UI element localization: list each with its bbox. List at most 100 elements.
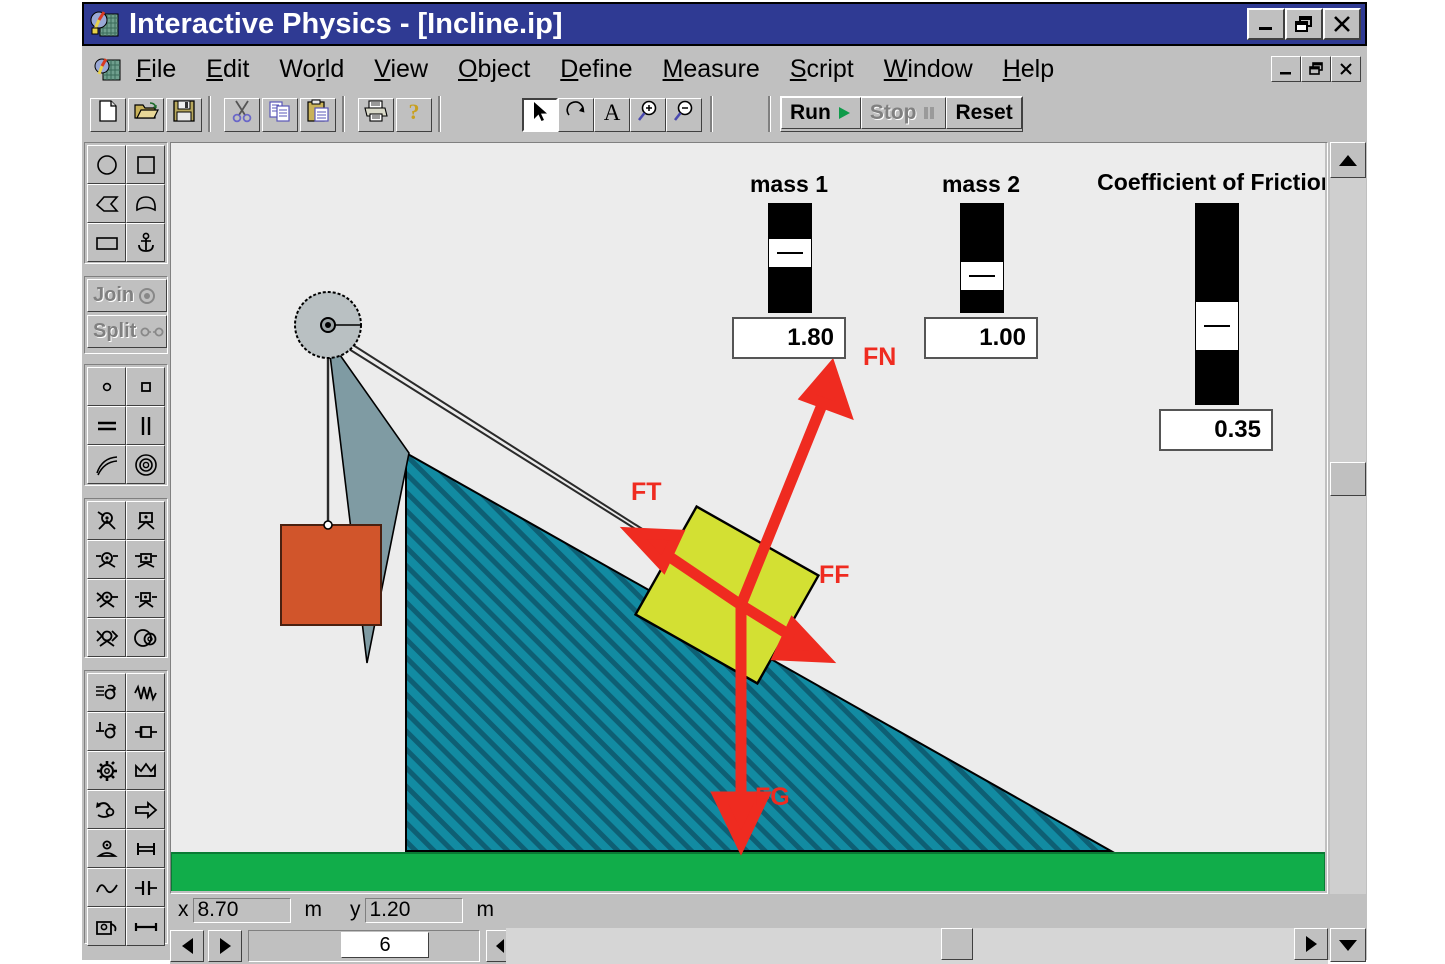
curved-slot-icon[interactable] — [126, 579, 165, 618]
control-label-mass-2: mass 2 — [941, 171, 1020, 197]
tape-prev-button[interactable] — [170, 930, 204, 962]
capacitor-icon[interactable] — [126, 868, 165, 907]
slider-mass-2[interactable] — [960, 203, 1004, 313]
motor-icon[interactable] — [87, 751, 126, 790]
minimize-button[interactable] — [1247, 8, 1285, 40]
copy-icon[interactable] — [262, 98, 298, 132]
pulley-pin — [325, 322, 331, 328]
join-button[interactable]: Join — [87, 279, 167, 312]
circle-tool-icon[interactable] — [87, 145, 126, 184]
scroll-right-icon — [1305, 936, 1317, 952]
menu-window[interactable]: Window — [884, 55, 973, 84]
rectangle-tool-icon[interactable] — [126, 145, 165, 184]
mdi-minimize-button[interactable] — [1271, 56, 1301, 82]
value-box-coefficient-of-friction[interactable]: 0.35 — [1159, 409, 1273, 451]
rotational-damper-icon[interactable] — [87, 712, 126, 751]
slider-thumb-mass-2[interactable] — [961, 262, 1003, 290]
pulley-icon[interactable] — [126, 445, 165, 484]
menu-measure[interactable]: Measure — [663, 55, 760, 84]
menu-object[interactable]: Object — [458, 55, 530, 84]
slot-rigid-icon[interactable] — [87, 618, 126, 657]
wave-icon[interactable] — [87, 868, 126, 907]
scroll-down-button[interactable] — [1330, 928, 1366, 962]
rope-icon[interactable] — [126, 406, 165, 445]
simulation-canvas[interactable]: FN FT FF FG mass 1 1.80 mass 2 1.00 Coef… — [171, 143, 1325, 891]
meter-icon[interactable] — [87, 907, 126, 946]
scroll-right-button[interactable] — [1294, 928, 1328, 960]
menu-view[interactable]: View — [374, 55, 428, 84]
close-button[interactable] — [1323, 8, 1361, 40]
curved-polygon-tool-icon[interactable] — [126, 184, 165, 223]
polygon-tool-icon[interactable] — [87, 184, 126, 223]
print-icon[interactable] — [358, 98, 394, 132]
document-icon[interactable] — [92, 54, 122, 84]
new-icon[interactable] — [90, 98, 126, 132]
horizontal-scrollbar-thumb[interactable] — [941, 928, 973, 960]
pin-joint-icon[interactable] — [87, 501, 126, 540]
separator-icon[interactable] — [126, 751, 165, 790]
anchor-tool-icon[interactable] — [126, 223, 165, 262]
vertical-scrollbar-thumb[interactable] — [1330, 462, 1366, 496]
vertical-scrollbar[interactable] — [1330, 142, 1366, 894]
gear-mesh-icon[interactable] — [126, 618, 165, 657]
tape-track[interactable]: 6 — [248, 930, 480, 962]
zoom-in-icon[interactable] — [630, 98, 666, 132]
slot-joint-icon[interactable] — [87, 540, 126, 579]
tape-frame-field[interactable]: 6 — [341, 932, 429, 958]
menu-edit[interactable]: Edit — [206, 55, 249, 84]
mdi-restore-button[interactable] — [1301, 56, 1331, 82]
actuator-icon[interactable] — [126, 712, 165, 751]
force-arrow-icon[interactable] — [126, 790, 165, 829]
spring-curve-icon[interactable] — [87, 445, 126, 484]
mdi-window-controls — [1271, 56, 1361, 82]
value-box-mass-2[interactable]: 1.00 — [924, 317, 1038, 359]
menu-world[interactable]: World — [279, 55, 344, 84]
save-icon[interactable] — [166, 98, 202, 132]
pin-slot-icon[interactable] — [87, 579, 126, 618]
square-body-tool-icon[interactable] — [87, 223, 126, 262]
text-icon[interactable]: A — [594, 98, 630, 132]
rigid-joint-icon[interactable] — [126, 501, 165, 540]
menu-script[interactable]: Script — [790, 55, 854, 84]
horizontal-scrollbar[interactable] — [506, 928, 1328, 964]
ruler-icon[interactable] — [126, 907, 165, 946]
torque-icon[interactable] — [87, 829, 126, 868]
scroll-up-button[interactable] — [1330, 142, 1366, 178]
rod-icon[interactable] — [87, 406, 126, 445]
scroll-up-icon — [1339, 154, 1357, 166]
square-element-icon[interactable] — [126, 367, 165, 406]
menu-define[interactable]: Define — [560, 55, 632, 84]
damper-icon[interactable] — [87, 673, 126, 712]
menu-file[interactable]: File — [136, 55, 176, 84]
rotate-icon[interactable] — [558, 98, 594, 132]
help-icon[interactable]: ? — [396, 98, 432, 132]
arrow-pointer-icon[interactable] — [522, 98, 558, 132]
tape-next-button[interactable] — [208, 930, 242, 962]
split-button[interactable]: Split — [87, 315, 167, 348]
y-coordinate-field[interactable]: 1.20 — [364, 897, 463, 923]
open-icon[interactable] — [128, 98, 164, 132]
slider-coefficient-of-friction[interactable] — [1195, 203, 1239, 405]
paste-icon[interactable] — [300, 98, 336, 132]
value-box-mass-1[interactable]: 1.80 — [732, 317, 846, 359]
hanging-mass-body[interactable] — [280, 524, 382, 626]
menu-help[interactable]: Help — [1003, 55, 1054, 84]
keyed-slot-joint-icon[interactable] — [126, 540, 165, 579]
slider-mass-1[interactable] — [768, 203, 812, 313]
reset-button[interactable]: Reset — [946, 97, 1022, 129]
cut-icon[interactable] — [224, 98, 260, 132]
ground-body[interactable] — [171, 852, 1325, 891]
restore-button[interactable] — [1285, 8, 1323, 40]
menu-measure-accel: M — [662, 54, 684, 83]
run-button[interactable]: Run — [781, 97, 861, 129]
zoom-out-icon[interactable] — [666, 98, 702, 132]
force-curve-icon[interactable] — [87, 790, 126, 829]
slider-thumb-coefficient-of-friction[interactable] — [1196, 302, 1238, 350]
slider-thumb-mass-1[interactable] — [769, 239, 811, 267]
rod-constraint-icon[interactable] — [126, 829, 165, 868]
mdi-close-button[interactable] — [1331, 56, 1361, 82]
stop-button[interactable]: Stop — [860, 97, 947, 129]
spring-zigzag-icon[interactable] — [126, 673, 165, 712]
x-coordinate-field[interactable]: 8.70 — [192, 897, 291, 923]
point-element-icon[interactable] — [87, 367, 126, 406]
